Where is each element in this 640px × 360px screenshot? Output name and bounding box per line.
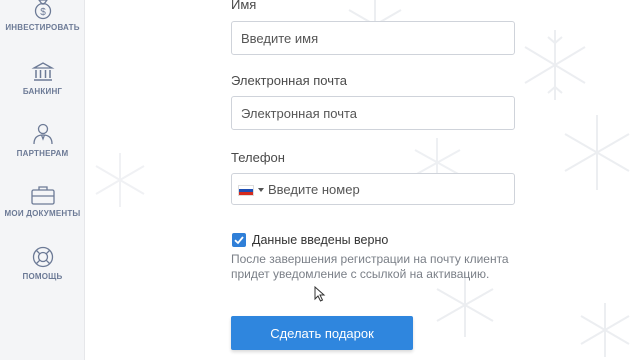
name-label: Имя [231, 0, 257, 12]
phone-label: Телефон [231, 150, 285, 165]
snowflake-icon [95, 153, 145, 207]
confirm-checkbox[interactable] [232, 233, 246, 247]
sidebar-item-label: ПАРТНЕРАМ [16, 149, 69, 158]
phone-input[interactable] [268, 174, 512, 204]
mouse-cursor-icon [314, 286, 326, 302]
sidebar-item-label: БАНКИНГ [22, 87, 63, 96]
sidebar-item-label: ПОМОЩЬ [22, 272, 63, 281]
svg-text:$: $ [40, 7, 46, 18]
briefcase-icon [30, 186, 55, 205]
russia-flag-icon[interactable] [238, 185, 254, 196]
snowflake-icon [564, 115, 630, 190]
sidebar-item-help[interactable]: ПОМОЩЬ [0, 245, 85, 281]
lifebuoy-icon [32, 246, 53, 268]
checkmark-icon [234, 236, 244, 245]
sidebar-item-documents[interactable]: МОИ ДОКУМЕНТЫ [0, 184, 85, 218]
email-label: Электронная почта [231, 73, 348, 88]
sidebar-item-label: ИНВЕСТИРОВАТЬ [5, 23, 80, 32]
phone-field [231, 173, 515, 205]
sidebar-item-partners[interactable]: ПАРТНЕРАМ [0, 122, 85, 158]
submit-gift-button[interactable]: Сделать подарок [231, 316, 413, 350]
registration-form: Имя Электронная почта Телефон Данные вве… [85, 0, 640, 360]
bank-icon [30, 62, 55, 81]
sidebar-item-banking[interactable]: БАНКИНГ [0, 60, 85, 96]
money-bag-icon: $ [34, 0, 51, 20]
confirm-label[interactable]: Данные введены верно [252, 233, 388, 247]
activation-hint: После завершения регистрации на почту кл… [231, 252, 509, 281]
snowflake-icon [580, 303, 630, 357]
snowflake-icon [524, 30, 586, 100]
sidebar-item-label: МОИ ДОКУМЕНТЫ [4, 209, 81, 218]
name-input[interactable] [231, 21, 515, 55]
email-input[interactable] [231, 96, 515, 130]
sidebar: $ ИНВЕСТИРОВАТЬ БАНКИНГ ПАРТНЕРАМ МОИ ДО… [0, 0, 85, 360]
partner-icon [32, 123, 53, 145]
chevron-down-icon[interactable] [258, 188, 264, 192]
sidebar-item-invest[interactable]: $ ИНВЕСТИРОВАТЬ [0, 0, 85, 32]
